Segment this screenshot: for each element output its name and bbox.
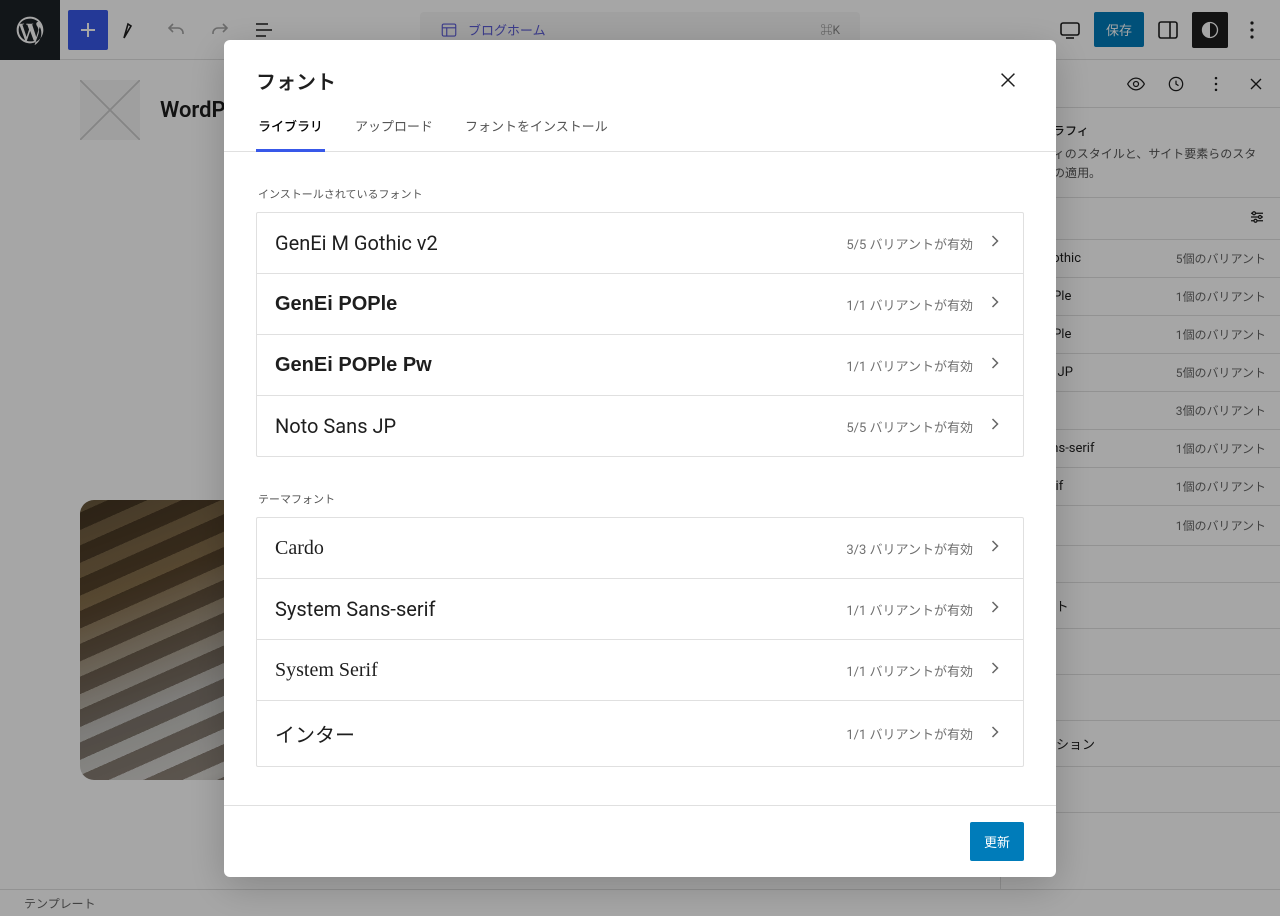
font-library-modal: フォント ライブラリアップロードフォントをインストール インストールされているフ… (224, 40, 1056, 877)
font-variant-count: 1/1 バリアントが有効 (846, 600, 973, 619)
modal-tab[interactable]: ライブラリ (256, 104, 325, 152)
font-family-row[interactable]: Noto Sans JP 5/5 バリアントが有効 (257, 396, 1023, 456)
chevron-right-icon (985, 414, 1005, 438)
chevron-right-icon (985, 536, 1005, 560)
font-variant-count: 1/1 バリアントが有効 (846, 724, 973, 743)
font-family-row[interactable]: System Serif 1/1 バリアントが有効 (257, 640, 1023, 701)
chevron-right-icon (985, 597, 1005, 621)
close-modal-button[interactable] (992, 64, 1024, 96)
font-family-row[interactable]: GenEi M Gothic v2 5/5 バリアントが有効 (257, 213, 1023, 274)
font-family-name: GenEi POPle Pw (275, 354, 432, 377)
chevron-right-icon (985, 722, 1005, 746)
font-family-name: GenEi M Gothic v2 (275, 231, 438, 255)
chevron-right-icon (985, 658, 1005, 682)
modal-tab[interactable]: フォントをインストール (463, 104, 610, 152)
font-family-row[interactable]: GenEi POPle Pw 1/1 バリアントが有効 (257, 335, 1023, 396)
font-family-name: System Sans-serif (275, 597, 435, 621)
chevron-right-icon (985, 353, 1005, 377)
theme-fonts-heading: テーマフォント (258, 491, 1024, 507)
installed-fonts-heading: インストールされているフォント (258, 186, 1024, 202)
font-family-row[interactable]: Cardo 3/3 バリアントが有効 (257, 518, 1023, 579)
font-family-name: Noto Sans JP (275, 414, 396, 438)
chevron-right-icon (985, 292, 1005, 316)
font-variant-count: 1/1 バリアントが有効 (846, 661, 973, 680)
font-variant-count: 1/1 バリアントが有効 (846, 295, 973, 314)
font-family-name: Cardo (275, 537, 324, 560)
font-variant-count: 3/3 バリアントが有効 (846, 539, 973, 558)
font-family-name: GenEi POPle (275, 293, 397, 316)
font-family-row[interactable]: System Sans-serif 1/1 バリアントが有効 (257, 579, 1023, 640)
font-variant-count: 5/5 バリアントが有効 (846, 417, 973, 436)
chevron-right-icon (985, 231, 1005, 255)
modal-title: フォント (256, 66, 336, 95)
modal-tab[interactable]: アップロード (353, 104, 435, 152)
font-family-name: System Serif (275, 659, 378, 682)
font-family-name: インター (275, 719, 355, 748)
modal-tabs: ライブラリアップロードフォントをインストール (224, 104, 1056, 152)
font-variant-count: 1/1 バリアントが有効 (846, 356, 973, 375)
font-family-row[interactable]: インター 1/1 バリアントが有効 (257, 701, 1023, 766)
update-button[interactable]: 更新 (970, 822, 1024, 861)
font-family-row[interactable]: GenEi POPle 1/1 バリアントが有効 (257, 274, 1023, 335)
font-variant-count: 5/5 バリアントが有効 (846, 234, 973, 253)
